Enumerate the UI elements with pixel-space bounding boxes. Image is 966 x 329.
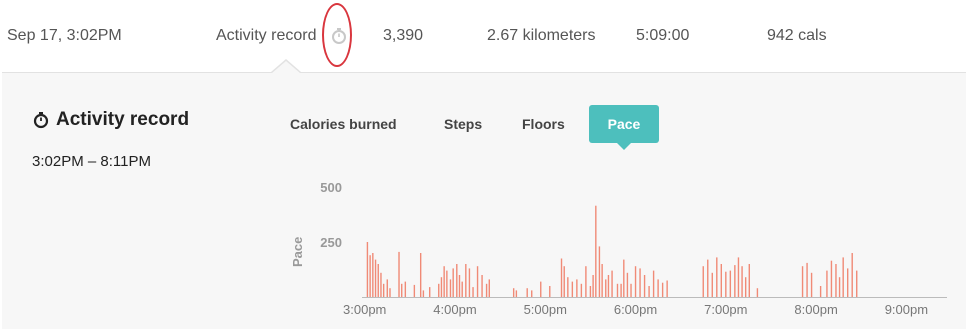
highlight-ellipse: [322, 3, 352, 67]
x-tick-label: 8:00pm: [794, 302, 837, 317]
record-type: Activity record: [216, 27, 317, 44]
tab-floors[interactable]: Floors: [522, 105, 565, 143]
record-duration: 5:09:00: [636, 27, 690, 44]
x-tick-label: 6:00pm: [614, 302, 657, 317]
panel-time-range: 3:02PM – 8:11PM: [32, 153, 151, 170]
pace-chart: Pace 500 250 3:00pm 4:00pm 5:00pm 6:00pm 7:00…: [290, 180, 947, 317]
x-tick-label: 5:00pm: [524, 302, 567, 317]
panel-title-text: Activity record: [56, 109, 190, 130]
activity-summary-row[interactable]: Sep 17, 3:02PM Activity record 3,390 2.6…: [0, 0, 966, 72]
record-calories: 942 cals: [767, 27, 827, 44]
chart-bars: [366, 205, 858, 297]
y-tick-label: 500: [320, 180, 342, 195]
record-date: Sep 17, 3:02PM: [7, 27, 122, 44]
activity-detail-panel: Activity record 3:02PM – 8:11PM Calories…: [2, 59, 966, 329]
tab-steps[interactable]: Steps: [444, 105, 482, 143]
stopwatch-icon: [33, 112, 49, 129]
chart-yticks: 500 250: [320, 180, 342, 250]
x-tick-label: 9:00pm: [885, 302, 928, 317]
x-tick-label: 3:00pm: [343, 302, 386, 317]
panel-caret: [272, 61, 300, 73]
panel-title: Activity record: [32, 109, 189, 131]
x-tick-label: 4:00pm: [433, 302, 476, 317]
y-tick-label: 250: [320, 235, 342, 250]
tab-pace[interactable]: Pace: [589, 105, 659, 150]
x-tick-label: 7:00pm: [704, 302, 747, 317]
record-steps: 3,390: [383, 27, 424, 44]
chart-xticks: 3:00pm 4:00pm 5:00pm 6:00pm 7:00pm 8:00pm 9:00…: [343, 302, 928, 317]
chart-ylabel: Pace: [290, 237, 305, 267]
tab-calories-burned[interactable]: Calories burned: [290, 105, 397, 143]
record-distance: 2.67 kilometers: [487, 27, 596, 44]
